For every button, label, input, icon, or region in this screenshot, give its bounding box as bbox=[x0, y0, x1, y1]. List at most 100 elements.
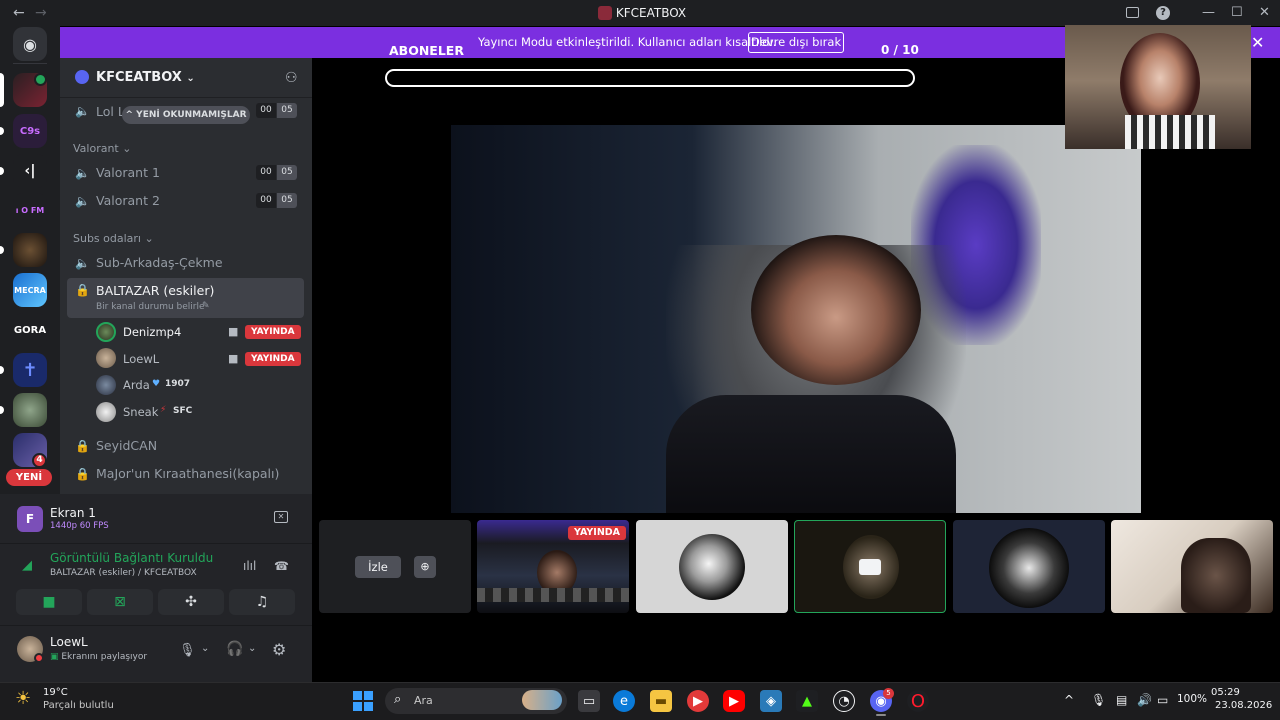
member-name[interactable]: LoewL bbox=[123, 352, 159, 366]
channel-valorant-1[interactable]: Valorant 1 bbox=[96, 165, 160, 180]
network-icon[interactable]: ▤ bbox=[1116, 693, 1127, 707]
screen-share-button[interactable]: ⊠ bbox=[87, 589, 153, 615]
category-valorant[interactable]: Valorant ⌄ bbox=[73, 142, 131, 155]
member-name[interactable]: Sneak bbox=[123, 405, 158, 419]
youtube-icon[interactable]: ▶ bbox=[723, 690, 745, 712]
invite-people-icon[interactable]: ⚇ bbox=[285, 70, 298, 86]
category-subs[interactable]: Subs odaları ⌄ bbox=[73, 232, 154, 245]
disconnect-icon[interactable]: ☎ bbox=[274, 559, 289, 573]
avatar[interactable] bbox=[96, 348, 116, 368]
server-mecra[interactable]: MECRA bbox=[13, 273, 47, 307]
new-unreads-pill[interactable]: ^ YENİ OKUNMAMIŞLAR bbox=[122, 106, 250, 124]
discord-home-button[interactable]: ◉ bbox=[13, 27, 47, 61]
help-icon[interactable]: ? bbox=[1156, 6, 1170, 20]
volume-icon[interactable]: 🔊 bbox=[1137, 693, 1152, 707]
avatar-tile-3[interactable] bbox=[953, 520, 1105, 613]
weather-temperature[interactable]: 19°C bbox=[43, 687, 68, 698]
camera-icon: ■ bbox=[42, 594, 56, 610]
activities-button[interactable]: ✣ bbox=[158, 589, 224, 615]
watch-stream-button[interactable]: İzle bbox=[355, 556, 401, 578]
stop-stream-icon[interactable]: ✕ bbox=[274, 511, 288, 523]
notification-badge: 4 bbox=[32, 453, 47, 468]
disable-streamer-mode-button[interactable]: Devre dışı bırak bbox=[748, 32, 844, 53]
signal-icon[interactable]: ◢ bbox=[22, 558, 32, 573]
file-explorer-icon[interactable]: ▬ bbox=[650, 690, 672, 712]
server-k-logo[interactable]: ‹| bbox=[13, 154, 47, 188]
server-gora[interactable]: GORA bbox=[13, 313, 47, 347]
server-name[interactable]: KFCEATBOX ⌄ bbox=[96, 70, 195, 85]
search-icon: ⌕ bbox=[394, 692, 402, 707]
soundboard-button[interactable]: ♫ bbox=[229, 589, 295, 615]
user-count: 00 bbox=[256, 193, 276, 208]
microphone-icon[interactable]: 🎙 bbox=[1091, 693, 1106, 707]
weather-description[interactable]: Parçalı bulutlu bbox=[43, 700, 114, 711]
user-status[interactable]: ▣ Ekranını paylaşıyor bbox=[50, 652, 147, 662]
active-channel-name[interactable]: BALTAZAR (eskiler) bbox=[96, 283, 214, 298]
connection-title[interactable]: Görüntülü Bağlantı Kuruldu bbox=[50, 551, 213, 565]
app-icon[interactable]: ◈ bbox=[760, 690, 782, 712]
clock-date[interactable]: 23.08.2026 bbox=[1215, 700, 1272, 711]
live-badge[interactable]: YAYINDA bbox=[245, 352, 301, 366]
inbox-icon[interactable] bbox=[1126, 7, 1139, 18]
thumbnail-toolbar bbox=[477, 588, 629, 602]
opera-icon[interactable]: O bbox=[907, 690, 929, 712]
username[interactable]: LoewL bbox=[50, 635, 88, 649]
kick-icon[interactable]: ▲ bbox=[796, 690, 818, 712]
member-name[interactable]: Denizmp4 bbox=[123, 325, 181, 339]
channel-name[interactable]: Lol L bbox=[96, 104, 125, 119]
channel-major[interactable]: MaJor'un Kıraathanesi(kapalı) bbox=[96, 466, 279, 481]
task-view-icon[interactable]: ▭ bbox=[578, 690, 600, 712]
lock-icon: 🔒 bbox=[75, 467, 90, 481]
new-unreads-badge[interactable]: YENİ bbox=[6, 469, 52, 486]
server-ufm[interactable]: ı O FM bbox=[13, 193, 47, 227]
webcam-person bbox=[1181, 538, 1251, 613]
live-badge[interactable]: YAYINDA bbox=[245, 325, 301, 339]
battery-icon[interactable]: ▭ bbox=[1157, 693, 1168, 707]
member-name[interactable]: Arda bbox=[123, 378, 150, 392]
battery-level[interactable]: 100% bbox=[1177, 693, 1207, 705]
clock-time[interactable]: 05:29 bbox=[1211, 687, 1240, 698]
avatar-tile-2[interactable] bbox=[794, 520, 946, 613]
streamer-mode-message: Yayıncı Modu etkinleştirildi. Kullanıcı … bbox=[478, 35, 777, 49]
channel-seyidcan[interactable]: SeyidCAN bbox=[96, 438, 157, 453]
avatar[interactable] bbox=[96, 322, 116, 342]
gear-icon[interactable]: ⚙ bbox=[272, 640, 286, 659]
search-placeholder[interactable]: Ara bbox=[414, 694, 433, 707]
noise-suppression-icon[interactable]: ılıl bbox=[243, 559, 256, 573]
popout-icon[interactable]: ⊕ bbox=[414, 556, 436, 578]
avatar-tile-1[interactable] bbox=[636, 520, 788, 613]
windows-start-icon[interactable] bbox=[353, 691, 373, 711]
server-cross[interactable]: ✝ bbox=[13, 353, 47, 387]
stream-avatar: F bbox=[17, 506, 43, 532]
channel-status[interactable]: Bir kanal durumu belirle bbox=[96, 302, 205, 312]
headphones-icon[interactable]: 🎧 bbox=[226, 641, 243, 657]
avatar[interactable] bbox=[96, 402, 116, 422]
connection-subtitle[interactable]: BALTAZAR (eskiler) / KFCEATBOX bbox=[50, 568, 197, 578]
camera-button[interactable]: ■ bbox=[16, 589, 82, 615]
chevron-down-icon[interactable]: ⌄ bbox=[201, 643, 209, 654]
microphone-icon[interactable]: 🎙 bbox=[179, 643, 196, 658]
server-dark[interactable] bbox=[13, 233, 47, 267]
focused-video-stream[interactable] bbox=[451, 125, 1141, 513]
server-c9s[interactable]: C9s bbox=[13, 114, 47, 148]
chevron-up-icon[interactable]: ^ bbox=[1064, 693, 1074, 707]
server-green[interactable] bbox=[13, 393, 47, 427]
minimize-button[interactable]: — bbox=[1202, 5, 1215, 20]
obs-icon[interactable]: ◔ bbox=[833, 690, 855, 712]
channel-sub-arkadas[interactable]: Sub-Arkadaş-Çekme bbox=[96, 255, 223, 270]
speaker-icon: 🔈 bbox=[75, 256, 90, 270]
pencil-icon[interactable]: ✎ bbox=[202, 301, 210, 311]
maximize-button[interactable]: ☐ bbox=[1231, 5, 1243, 20]
weather-icon[interactable]: ☀ bbox=[15, 688, 31, 709]
channel-valorant-2[interactable]: Valorant 2 bbox=[96, 193, 160, 208]
close-window-button[interactable]: ✕ bbox=[1259, 5, 1270, 20]
speaker-icon: 🔈 bbox=[75, 194, 90, 208]
edge-icon[interactable]: e bbox=[613, 690, 635, 712]
avatar[interactable] bbox=[96, 375, 116, 395]
camera-tile[interactable] bbox=[1111, 520, 1273, 613]
camera-icon: ■ bbox=[228, 325, 239, 338]
chevron-down-icon[interactable]: ⌄ bbox=[248, 643, 256, 654]
user-limit: 05 bbox=[277, 165, 297, 180]
close-banner-icon[interactable]: ✕ bbox=[1251, 33, 1264, 52]
media-player-icon[interactable]: ▶ bbox=[687, 690, 709, 712]
